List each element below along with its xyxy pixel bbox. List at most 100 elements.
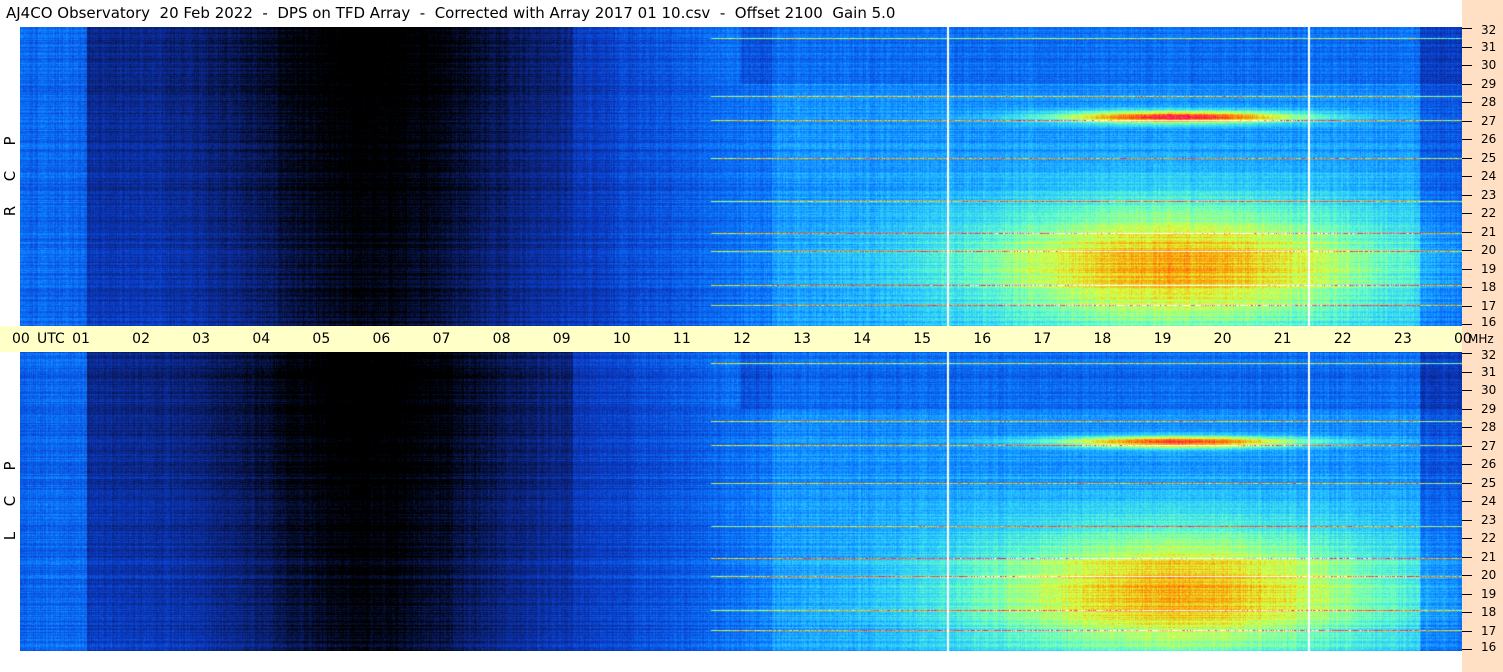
mhz-tick-label: 22 bbox=[1481, 206, 1497, 220]
mhz-tick-mark bbox=[1462, 631, 1472, 632]
mhz-tick-label: 23 bbox=[1481, 513, 1497, 527]
mhz-tick-mark bbox=[1462, 372, 1472, 373]
time-tick-label: 13 bbox=[793, 331, 811, 347]
mhz-tick-mark bbox=[1462, 557, 1472, 558]
mhz-tick-mark bbox=[1462, 575, 1472, 576]
mhz-tick-mark bbox=[1462, 501, 1472, 502]
time-tick-label: 17 bbox=[1033, 331, 1052, 347]
utc-unit-label: UTC bbox=[37, 331, 65, 347]
mhz-tick-mark bbox=[1462, 65, 1472, 66]
time-tick-label: 20 bbox=[1213, 331, 1232, 347]
mhz-tick-mark bbox=[1462, 446, 1472, 447]
time-tick-label: 19 bbox=[1153, 331, 1172, 347]
mhz-tick-mark bbox=[1462, 232, 1472, 233]
polarization-letter: R bbox=[1, 205, 19, 216]
mhz-tick-label: 23 bbox=[1481, 188, 1497, 202]
mhz-tick-mark bbox=[1462, 250, 1472, 251]
time-tick-label: 12 bbox=[733, 331, 751, 347]
mhz-tick-mark bbox=[1462, 121, 1472, 122]
polarization-letter: C bbox=[1, 495, 19, 506]
time-tick-label: 08 bbox=[492, 331, 511, 347]
mhz-tick-label: 31 bbox=[1481, 365, 1497, 379]
mhz-tick-label: 19 bbox=[1481, 587, 1497, 601]
mhz-tick-label: 26 bbox=[1481, 132, 1497, 146]
polarization-letter: L bbox=[1, 531, 19, 540]
time-tick-label: 07 bbox=[432, 331, 451, 347]
time-tick-label: 09 bbox=[552, 331, 571, 347]
page-title: AJ4CO Observatory 20 Feb 2022 - DPS on T… bbox=[0, 0, 1462, 27]
mhz-tick-label: 28 bbox=[1481, 95, 1497, 109]
mhz-tick-label: 24 bbox=[1481, 169, 1497, 183]
mhz-tick-mark bbox=[1462, 47, 1472, 48]
mhz-tick-label: 17 bbox=[1481, 624, 1497, 638]
mhz-tick-label: 21 bbox=[1481, 550, 1497, 564]
time-tick-label: 01 bbox=[72, 331, 90, 347]
time-tick-label: 10 bbox=[612, 331, 631, 347]
mhz-tick-mark bbox=[1462, 520, 1472, 521]
mhz-tick-label: 20 bbox=[1481, 243, 1497, 257]
time-tick-label: 22 bbox=[1333, 331, 1352, 347]
mhz-tick-mark bbox=[1462, 139, 1472, 140]
mhz-tick-label: 22 bbox=[1481, 531, 1497, 545]
mhz-tick-mark bbox=[1462, 306, 1472, 307]
mhz-tick-label: 17 bbox=[1481, 299, 1497, 313]
mhz-tick-label: 30 bbox=[1481, 383, 1497, 397]
mhz-tick-mark bbox=[1462, 427, 1472, 428]
polarization-letter: P bbox=[1, 135, 19, 146]
mhz-tick-label: 24 bbox=[1481, 494, 1497, 508]
lcp-spectrogram bbox=[20, 352, 1462, 651]
time-tick-label: 18 bbox=[1093, 331, 1112, 347]
mhz-tick-label: 29 bbox=[1481, 402, 1497, 416]
mhz-tick-mark bbox=[1462, 324, 1472, 325]
mhz-tick-mark bbox=[1462, 102, 1472, 103]
time-axis: 00 01 02 03 04 05 06 07 08 09 10 11 12 13 14 15 16 17 18 19… bbox=[0, 326, 1494, 352]
mhz-tick-mark bbox=[1462, 287, 1472, 288]
time-tick-label: 15 bbox=[913, 331, 932, 347]
mhz-tick-label: 20 bbox=[1481, 568, 1497, 582]
mhz-tick-mark bbox=[1462, 409, 1472, 410]
time-tick-label: 21 bbox=[1273, 331, 1292, 347]
mhz-tick-mark bbox=[1462, 353, 1472, 354]
mhz-tick-label: 18 bbox=[1481, 280, 1497, 294]
mhz-tick-label: 25 bbox=[1481, 151, 1497, 165]
mhz-tick-label: 19 bbox=[1481, 262, 1497, 276]
mhz-tick-mark bbox=[1462, 390, 1472, 391]
time-tick-label: 11 bbox=[672, 331, 691, 347]
mhz-tick-mark bbox=[1462, 213, 1472, 214]
time-tick-label: 00 bbox=[12, 331, 30, 347]
mhz-tick-mark bbox=[1462, 464, 1472, 465]
rcp-spectrogram bbox=[20, 27, 1462, 326]
mhz-tick-label: 26 bbox=[1481, 457, 1497, 471]
time-tick-label: 23 bbox=[1393, 331, 1412, 347]
mhz-tick-mark bbox=[1462, 269, 1472, 270]
mhz-tick-label: 16 bbox=[1481, 315, 1497, 329]
bottom-margin bbox=[0, 651, 1462, 672]
mhz-tick-mark bbox=[1462, 158, 1472, 159]
mhz-tick-label: 18 bbox=[1481, 605, 1497, 619]
mhz-tick-label: 30 bbox=[1481, 58, 1497, 72]
mhz-tick-mark bbox=[1462, 176, 1472, 177]
time-tick-label: 02 bbox=[132, 331, 150, 347]
mhz-tick-label: 31 bbox=[1481, 40, 1497, 54]
mhz-tick-label: 32 bbox=[1481, 23, 1497, 37]
mhz-tick-mark bbox=[1462, 538, 1472, 539]
mhz-tick-label: 27 bbox=[1481, 114, 1497, 128]
mhz-tick-label: 21 bbox=[1481, 225, 1497, 239]
mhz-tick-mark bbox=[1462, 649, 1472, 650]
mhz-tick-mark bbox=[1462, 594, 1472, 595]
mhz-tick-mark bbox=[1462, 28, 1472, 29]
time-tick-label: 05 bbox=[312, 331, 331, 347]
mhz-tick-label: 16 bbox=[1481, 640, 1497, 654]
time-tick-label: 03 bbox=[192, 331, 211, 347]
time-tick-label: 14 bbox=[853, 331, 871, 347]
mhz-tick-label: 29 bbox=[1481, 77, 1497, 91]
time-tick-label: 16 bbox=[973, 331, 992, 347]
time-tick-label: 04 bbox=[252, 331, 271, 347]
mhz-tick-mark bbox=[1462, 483, 1472, 484]
mhz-tick-label: 25 bbox=[1481, 476, 1497, 490]
mhz-tick-mark bbox=[1462, 612, 1472, 613]
mhz-tick-label: 28 bbox=[1481, 420, 1497, 434]
polarization-letter: P bbox=[1, 460, 19, 471]
mhz-tick-mark bbox=[1462, 84, 1472, 85]
mhz-tick-mark bbox=[1462, 195, 1472, 196]
